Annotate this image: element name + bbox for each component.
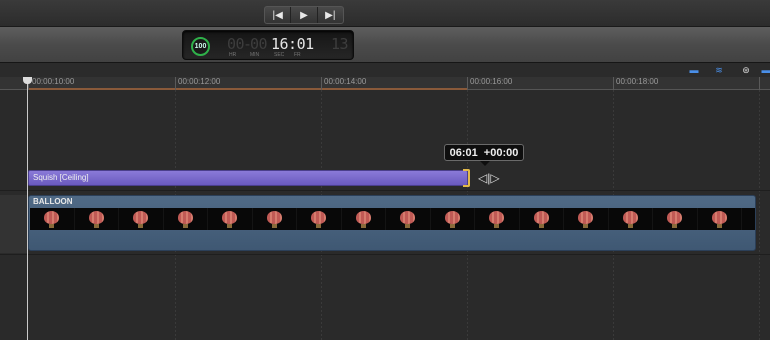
trim-handle[interactable] — [463, 169, 470, 187]
balloon-thumbnail-icon — [177, 210, 193, 228]
balloon-thumbnail-icon — [222, 210, 238, 228]
ruler-tick — [175, 77, 176, 90]
transport-controls: |◀ ▶ ▶| — [264, 6, 344, 24]
balloon-thumbnail-icon — [44, 210, 60, 228]
playhead[interactable] — [27, 77, 28, 340]
clip-label: BALLOON — [33, 197, 73, 206]
trim-duration: 06:01 — [449, 146, 478, 159]
skip-forward-icon: ▶| — [325, 9, 336, 21]
filmstrip-frame — [520, 208, 564, 230]
filmstrip-frame — [386, 208, 431, 230]
filmstrip-frame — [208, 208, 253, 230]
ruler-tick-label: 00:00:16:00 — [470, 77, 513, 86]
ruler-tick-label: 00:00:10:00 — [32, 77, 75, 86]
balloon-thumbnail-icon — [489, 210, 505, 228]
filmstrip-frame — [297, 208, 342, 230]
track-separator — [0, 254, 770, 255]
skip-back-button[interactable]: |◀ — [265, 7, 292, 23]
ruler-tick-label: 00:00:12:00 — [178, 77, 221, 86]
play-button[interactable]: ▶ — [291, 7, 318, 23]
timecode-label-hr: HR — [229, 52, 237, 58]
filmstrip-frame — [342, 208, 386, 230]
balloon-thumbnail-icon — [311, 210, 327, 228]
skip-back-icon: |◀ — [272, 9, 283, 21]
zoom-icon[interactable]: ▬ — [762, 64, 770, 76]
playhead-handle[interactable] — [23, 77, 32, 84]
filmstrip-frame — [742, 208, 755, 230]
clip-appearance-icon[interactable]: ▬ — [686, 64, 702, 76]
balloon-thumbnail-icon — [444, 210, 460, 228]
filmstrip-frame — [75, 208, 119, 230]
balloon-thumbnail-icon — [400, 210, 416, 228]
skip-forward-button[interactable]: ▶| — [318, 7, 343, 23]
balloon-thumbnail-icon — [355, 210, 371, 228]
transport-bar: |◀ ▶ ▶| — [0, 0, 770, 27]
snapping-icon[interactable]: ⊛ — [738, 64, 754, 76]
balloon-thumbnail-icon — [88, 210, 104, 228]
timecode-tail: 13 — [331, 35, 349, 53]
balloon-thumbnail-icon — [266, 210, 282, 228]
balloon-thumbnail-icon — [622, 210, 638, 228]
timecode-minutes: 00 — [250, 35, 268, 53]
filmstrip-frame — [119, 208, 164, 230]
ruler-tick — [613, 77, 614, 90]
balloon-thumbnail-icon — [711, 210, 727, 228]
filmstrip-frame — [653, 208, 698, 230]
trim-tooltip: 06:01 +00:00 — [444, 144, 524, 161]
timecode-label-sec: SEC — [274, 52, 285, 58]
behavior-label: Squish [Ceiling] — [33, 173, 89, 182]
ruler-tick-label: 00:00:14:00 — [324, 77, 367, 86]
trim-cursor-icon: ◁|▷ — [478, 171, 500, 185]
audio-waveform-icon[interactable]: ≋ — [711, 64, 727, 76]
zoom-percent-badge: 100 — [191, 37, 210, 56]
timecode-toolbar: 100 00 - 00 16:01 13 HR MIN SEC FR — [0, 27, 770, 63]
filmstrip-frame — [164, 208, 208, 230]
filmstrip-frame — [698, 208, 742, 230]
grid-line — [759, 90, 760, 340]
clip-filmstrip — [30, 208, 755, 230]
behavior-bar[interactable]: Squish [Ceiling] — [28, 170, 468, 186]
track-separator — [0, 190, 770, 191]
ruler-tick — [759, 77, 760, 90]
ruler-tick — [467, 77, 468, 90]
play-icon: ▶ — [300, 9, 308, 21]
timecode-hours: 00 — [227, 35, 245, 53]
balloon-thumbnail-icon — [533, 210, 549, 228]
filmstrip-frame — [30, 208, 75, 230]
timeline-ruler[interactable]: 00:00:10:00 00:00:12:00 00:00:14:00 00:0… — [0, 77, 770, 90]
filmstrip-frame — [475, 208, 520, 230]
timecode-label-fr: FR — [294, 52, 301, 58]
balloon-clip[interactable]: BALLOON — [28, 195, 756, 251]
filmstrip-frame — [609, 208, 653, 230]
timecode-label-min: MIN — [250, 52, 260, 58]
balloon-thumbnail-icon — [133, 210, 149, 228]
ruler-tick-label: 00:00:18:00 — [616, 77, 659, 86]
ruler-tick — [321, 77, 322, 90]
timeline-header: ▬ ≋ ⊛ ▬ — [0, 63, 770, 77]
balloon-thumbnail-icon — [578, 210, 594, 228]
filmstrip-frame — [564, 208, 609, 230]
timecode-display[interactable]: 100 00 - 00 16:01 13 HR MIN SEC FR — [182, 30, 354, 60]
tooltip-arrow — [480, 161, 490, 166]
track-gutter — [0, 195, 28, 253]
trim-delta: +00:00 — [483, 146, 519, 159]
filmstrip-frame — [253, 208, 297, 230]
filmstrip-frame — [431, 208, 475, 230]
timecode-seconds-frames: 16:01 — [271, 35, 314, 53]
balloon-thumbnail-icon — [667, 210, 683, 228]
